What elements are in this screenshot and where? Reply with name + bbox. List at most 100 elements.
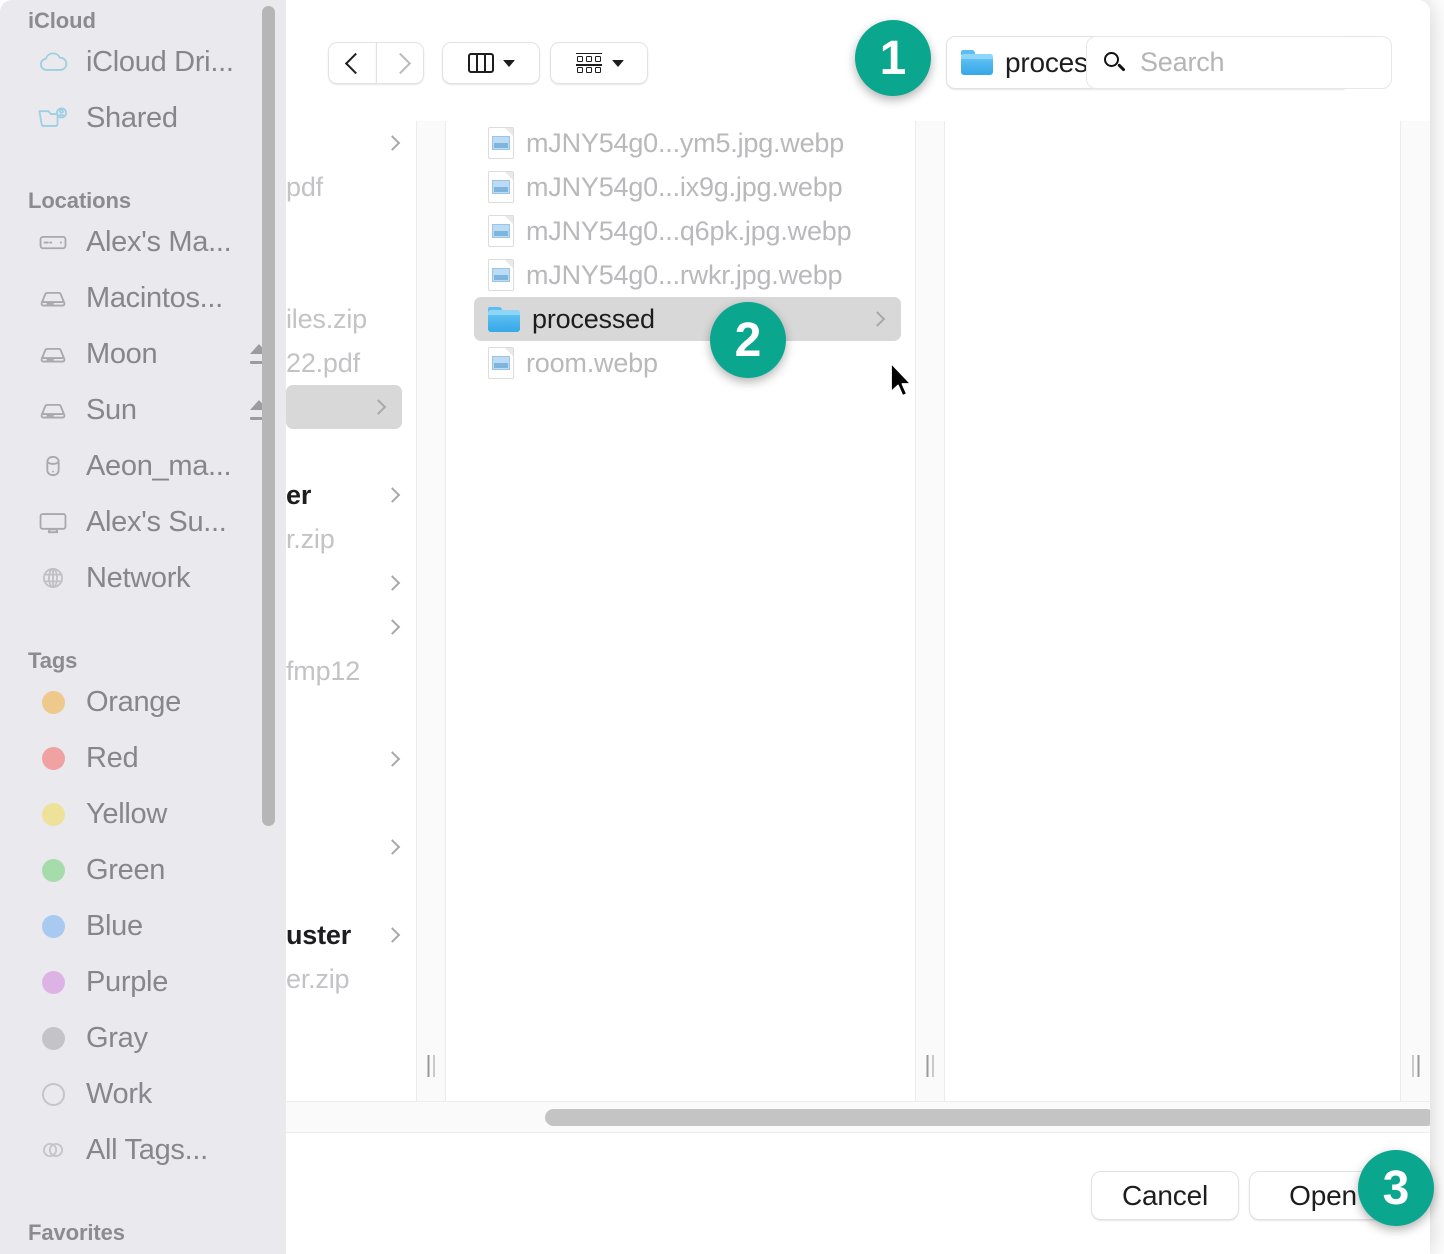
list-item[interactable]	[286, 561, 416, 605]
list-item[interactable]: er	[286, 473, 416, 517]
column-resize-grip[interactable]	[926, 1055, 934, 1077]
sidebar-item-alex-s-su[interactable]: Alex's Su...	[0, 494, 286, 550]
column-divider[interactable]	[1400, 121, 1430, 1101]
list-item[interactable]: uster	[286, 913, 416, 957]
file-row[interactable]: mJNY54g0...ix9g.jpg.webp	[474, 165, 901, 209]
horizontal-scrollbar-thumb[interactable]	[545, 1109, 1430, 1126]
harddisk-icon	[34, 283, 72, 313]
list-item[interactable]: pdf	[286, 165, 416, 209]
forward-button[interactable]	[376, 42, 424, 84]
chevron-right-icon	[384, 839, 401, 855]
file-row[interactable]: mJNY54g0...rwkr.jpg.webp	[474, 253, 901, 297]
browser-column-preview[interactable]	[945, 121, 1430, 1101]
sidebar-section-spacer	[0, 1178, 286, 1212]
sidebar-item-label: Work	[86, 1077, 152, 1110]
sidebar-item-blue[interactable]: Blue	[0, 898, 286, 954]
sidebar-item-macintos[interactable]: Macintos...	[0, 270, 286, 326]
list-item[interactable]	[286, 605, 416, 649]
list-item[interactable]	[286, 737, 416, 781]
sidebar-item-yellow[interactable]: Yellow	[0, 786, 286, 842]
sidebar-section-header: Tags	[28, 648, 78, 673]
sidebar-item-label: Purple	[86, 965, 169, 998]
list-item[interactable]	[286, 781, 416, 825]
folder-row[interactable]: processed	[474, 297, 901, 341]
sidebar-item-icloud-dri[interactable]: iCloud Dri...	[0, 34, 286, 90]
sidebar-item-orange[interactable]: Orange	[0, 674, 286, 730]
chevron-right-icon	[384, 619, 401, 635]
sidebar-item-label: All Tags...	[86, 1133, 208, 1166]
sidebar-item-alex-s-ma[interactable]: Alex's Ma...	[0, 214, 286, 270]
file-name-label: mJNY54g0...rwkr.jpg.webp	[526, 259, 843, 290]
file-row[interactable]: mJNY54g0...q6pk.jpg.webp	[474, 209, 901, 253]
list-item[interactable]	[286, 693, 416, 737]
column-divider[interactable]	[915, 121, 945, 1101]
sidebar-item-label: Alex's Ma...	[86, 225, 232, 258]
sidebar-item-label: Sun	[86, 393, 137, 426]
cancel-button[interactable]: Cancel	[1091, 1171, 1239, 1220]
file-row[interactable]: mJNY54g0...ym5.jpg.webp	[474, 121, 901, 165]
file-row[interactable]: room.webp	[474, 341, 901, 385]
search-placeholder: Search	[1140, 47, 1225, 77]
folder-icon	[961, 50, 993, 75]
sidebar-item-purple[interactable]: Purple	[0, 954, 286, 1010]
step-badge-1: 1	[855, 20, 931, 96]
sidebar-item-label: Yellow	[86, 797, 167, 830]
sidebar-item-shared[interactable]: Shared	[0, 90, 286, 146]
list-item-label: iles.zip	[286, 303, 367, 334]
open-file-dialog: processed Search pdf iles.zip 22.pdf er r.zi…	[286, 0, 1430, 1254]
sidebar-section-header: iCloud	[28, 8, 96, 33]
list-item-label: uster	[286, 919, 352, 950]
sidebar-item-work[interactable]: Work	[0, 1066, 286, 1122]
view-mode-button[interactable]	[442, 42, 540, 84]
sidebar-item-gray[interactable]: Gray	[0, 1010, 286, 1066]
horizontal-scrollbar[interactable]	[286, 1101, 1430, 1133]
browser-column-previous[interactable]: pdf iles.zip 22.pdf er r.zip fmp12 uster er.zip	[286, 121, 416, 1101]
group-by-button[interactable]	[550, 42, 648, 84]
list-item[interactable]: er.zip	[286, 957, 416, 1001]
step-badge-2: 2	[710, 302, 786, 378]
sidebar-scrollbar-thumb[interactable]	[262, 6, 275, 826]
list-item[interactable]: r.zip	[286, 517, 416, 561]
chevron-right-icon	[384, 927, 401, 943]
column-view-icon	[467, 53, 494, 73]
list-item[interactable]: fmp12	[286, 649, 416, 693]
chevron-down-icon	[611, 59, 624, 67]
list-item[interactable]	[286, 825, 416, 869]
sidebar-item-sun[interactable]: Sun	[0, 382, 286, 438]
chevron-right-icon	[394, 52, 407, 74]
sidebar-item-label: Green	[86, 853, 166, 886]
column-resize-grip[interactable]	[427, 1055, 435, 1077]
list-item[interactable]	[286, 209, 416, 253]
browser-column-files[interactable]: mJNY54g0...ym5.jpg.webp mJNY54g0...ix9g.j…	[460, 121, 915, 1101]
list-item-label: 22.pdf	[286, 347, 360, 378]
harddisk-icon	[34, 339, 72, 369]
sidebar-item-red[interactable]: Red	[0, 730, 286, 786]
sidebar-item-label: Red	[86, 741, 139, 774]
list-item[interactable]	[286, 869, 416, 913]
sidebar-item-label: Shared	[86, 101, 178, 134]
list-item[interactable]: 22.pdf	[286, 341, 416, 385]
tag-dot-icon	[34, 690, 72, 714]
list-item[interactable]	[286, 429, 416, 473]
column-divider[interactable]	[416, 121, 446, 1101]
image-document-icon	[488, 347, 514, 379]
sidebar-item-green[interactable]: Green	[0, 842, 286, 898]
column-browser: pdf iles.zip 22.pdf er r.zip fmp12 uster er.zip…	[286, 121, 1430, 1101]
search-field[interactable]: Search	[1086, 36, 1392, 89]
sidebar-item-label: Aeon_ma...	[86, 449, 232, 482]
column-resize-grip[interactable]	[1412, 1055, 1419, 1077]
sidebar-item-moon[interactable]: Moon	[0, 326, 286, 382]
folder-icon	[488, 306, 520, 332]
sidebar-item-network[interactable]: Network	[0, 550, 286, 606]
sidebar-item-aeon-ma[interactable]: Aeon_ma...	[0, 438, 286, 494]
list-item-label: er	[286, 479, 312, 510]
sidebar-item-label: Blue	[86, 909, 143, 942]
list-item[interactable]: iles.zip	[286, 297, 416, 341]
laptop-icon	[34, 227, 72, 257]
sidebar-item-all-tags[interactable]: All Tags...	[0, 1122, 286, 1178]
back-button[interactable]	[328, 42, 376, 84]
list-item[interactable]	[286, 121, 416, 165]
list-item[interactable]	[286, 385, 402, 429]
file-name-label: mJNY54g0...ix9g.jpg.webp	[526, 171, 843, 202]
list-item[interactable]	[286, 253, 416, 297]
